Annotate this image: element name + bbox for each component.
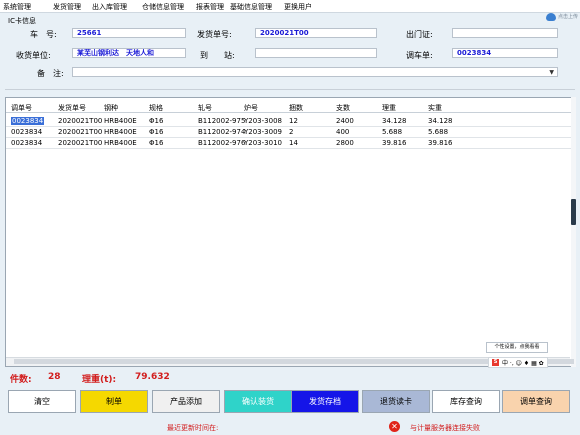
cell: 2400 xyxy=(336,117,354,125)
cloud-upload-label: 点击上传 xyxy=(557,14,578,20)
ime-status: 中 ·, ☺ ♦ ▦ ✿ xyxy=(502,360,544,367)
chevron-down-icon[interactable]: ▼ xyxy=(549,68,554,76)
table-row[interactable]: 0023834 2020021T00 HRB400E Φ16 B112002-9… xyxy=(6,116,574,127)
remark-label: 备 注: xyxy=(37,69,64,78)
cell: 39.816 xyxy=(428,139,453,147)
weight-label: 理重(t): xyxy=(82,375,117,385)
table-header: 调单号 发货单号 钢种 规格 轧号 炉号 捆数 支数 理重 实重 xyxy=(6,98,574,113)
cell: 0023834 xyxy=(11,139,43,147)
add-product-button[interactable]: 产品添加 xyxy=(152,390,220,413)
col-header[interactable]: 实重 xyxy=(428,103,442,113)
count-label: 件数: xyxy=(10,375,32,385)
menu-warehouse[interactable]: 仓储信息管理 xyxy=(142,2,184,12)
cell: Φ16 xyxy=(149,128,164,136)
cloud-upload[interactable]: 点击上传 xyxy=(545,11,578,22)
cell: Φ16 xyxy=(149,117,164,125)
menu-system[interactable]: 系统管理 xyxy=(3,2,31,12)
sogou-icon[interactable]: S xyxy=(492,359,499,366)
last-update-text: 最近更新时间在: xyxy=(167,424,219,432)
scrollbar-thumb[interactable] xyxy=(571,199,576,225)
cloud-icon xyxy=(545,12,556,21)
server-error-text: 与计量服务器连接失败 xyxy=(410,424,480,432)
menu-bar: 系统管理 发货管理 出入库管理 仓储信息管理 报表管理 基础信息管理 更换用户 xyxy=(0,0,580,13)
tooltip: 个性设置，点我看看 xyxy=(486,342,548,353)
order-query-button[interactable]: 调单查询 xyxy=(502,390,570,413)
cell: HRB400E xyxy=(104,128,137,136)
ic-info-title: IC卡信息 xyxy=(8,17,36,25)
cell: 2 xyxy=(289,128,294,136)
cell: Y203-3010 xyxy=(244,139,282,147)
remark-dropdown[interactable]: ▼ xyxy=(72,67,558,77)
col-header[interactable]: 支数 xyxy=(336,103,350,113)
cell: 34.128 xyxy=(428,117,453,125)
ship-no-label: 发货单号: xyxy=(197,30,232,39)
cell: 5.688 xyxy=(428,128,449,136)
cell: Y203-3009 xyxy=(244,128,282,136)
cell: B112002-975 xyxy=(198,117,246,125)
col-header[interactable]: 捆数 xyxy=(289,103,303,113)
cell: 400 xyxy=(336,128,350,136)
receiver-label: 收货单位: xyxy=(16,51,51,60)
col-header[interactable]: 理重 xyxy=(382,103,396,113)
exit-pass-label: 出门证: xyxy=(406,30,433,39)
receiver-field[interactable]: 某芜山钢利达 天地人和 xyxy=(72,48,186,58)
detail-table: 调单号 发货单号 钢种 规格 轧号 炉号 捆数 支数 理重 实重 0023834… xyxy=(5,97,575,367)
cell: HRB400E xyxy=(104,139,137,147)
error-icon: ✕ xyxy=(389,421,400,432)
cell: 14 xyxy=(289,139,298,147)
cell: 34.128 xyxy=(382,117,407,125)
cell: B112002-974 xyxy=(198,128,246,136)
weight-value: 79.632 xyxy=(135,372,170,382)
create-order-button[interactable]: 制单 xyxy=(80,390,148,413)
menu-shipping[interactable]: 发货管理 xyxy=(53,2,81,12)
col-header[interactable]: 调单号 xyxy=(11,103,32,113)
cell: 39.816 xyxy=(382,139,407,147)
menu-switch-user[interactable]: 更换用户 xyxy=(284,2,312,12)
archive-shipment-button[interactable]: 发货存档 xyxy=(291,390,359,413)
cell: 0023834 xyxy=(11,117,45,125)
cell: 2020021T00 xyxy=(58,117,103,125)
count-value: 28 xyxy=(48,372,61,382)
cell: 2020021T00 xyxy=(58,139,103,147)
inventory-query-button[interactable]: 库存查询 xyxy=(432,390,500,413)
col-header[interactable]: 炉号 xyxy=(244,103,258,113)
station-label: 到 站: xyxy=(200,51,235,60)
divider xyxy=(5,89,575,90)
col-header[interactable]: 轧号 xyxy=(198,103,212,113)
vehicle-label: 车 号: xyxy=(30,30,57,39)
cell: HRB400E xyxy=(104,117,137,125)
vehicle-field[interactable]: 25661 xyxy=(72,28,186,38)
exit-pass-field[interactable] xyxy=(452,28,558,38)
ime-toolbar[interactable]: S 中 ·, ☺ ♦ ▦ ✿ xyxy=(488,357,548,368)
cell: 5.688 xyxy=(382,128,403,136)
ship-no-field[interactable]: 2020021T00 xyxy=(255,28,377,38)
cell: Y203-3008 xyxy=(244,117,282,125)
col-header[interactable]: 钢种 xyxy=(104,103,118,113)
col-header[interactable]: 规格 xyxy=(149,103,163,113)
cell: 0023834 xyxy=(11,128,43,136)
menu-reports[interactable]: 报表管理 xyxy=(196,2,224,12)
dispatch-field[interactable]: 0023834 xyxy=(452,48,558,58)
clear-button[interactable]: 清空 xyxy=(8,390,76,413)
menu-inout[interactable]: 出入库管理 xyxy=(92,2,127,12)
table-row[interactable]: 0023834 2020021T00 HRB400E Φ16 B112002-9… xyxy=(6,127,574,138)
menu-basic-info[interactable]: 基础信息管理 xyxy=(230,2,272,12)
dispatch-label: 调车单: xyxy=(406,51,433,60)
horizontal-scrollbar[interactable] xyxy=(6,357,574,366)
cell: 12 xyxy=(289,117,298,125)
confirm-loading-button[interactable]: 确认装货 xyxy=(224,390,292,413)
cell: 2020021T00 xyxy=(58,128,103,136)
status-bar: 最近更新时间在: 与计量服务器连接失败 xyxy=(0,418,580,435)
cell: B112002-976 xyxy=(198,139,246,147)
return-read-card-button[interactable]: 退货读卡 xyxy=(362,390,430,413)
cell: Φ16 xyxy=(149,139,164,147)
station-field[interactable] xyxy=(255,48,377,58)
vertical-scrollbar[interactable] xyxy=(571,97,576,367)
col-header[interactable]: 发货单号 xyxy=(58,103,86,113)
table-row[interactable]: 0023834 2020021T00 HRB400E Φ16 B112002-9… xyxy=(6,138,574,149)
cell: 2800 xyxy=(336,139,354,147)
